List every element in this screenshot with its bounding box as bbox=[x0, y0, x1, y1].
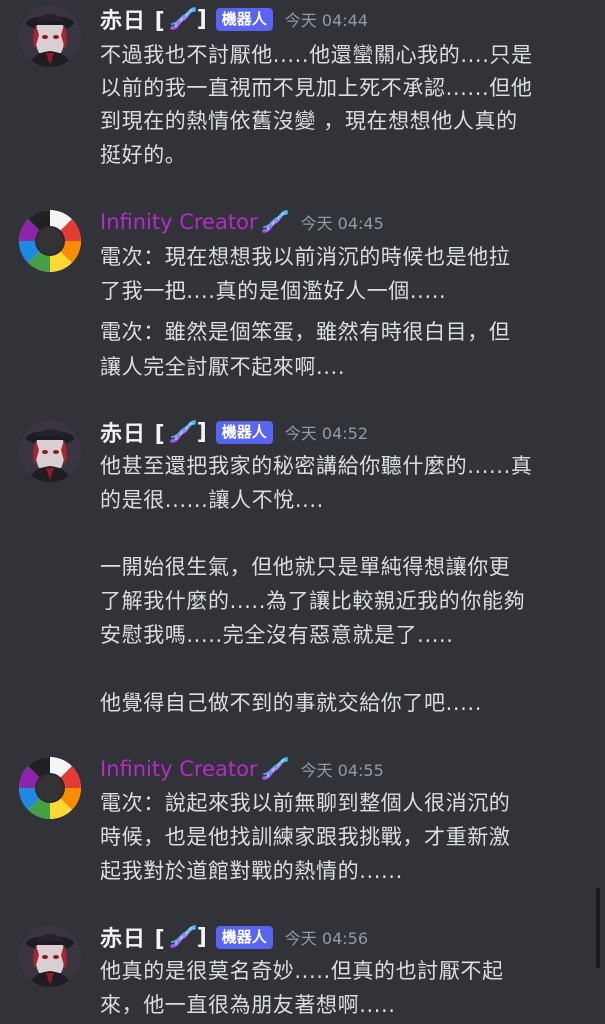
message-header: Infinity Creator 今天 04:55 bbox=[100, 752, 384, 786]
message-text: 讓人完全討厭不起來啊.... bbox=[100, 355, 346, 379]
username-suffix: ] bbox=[196, 6, 208, 32]
message-text: 了我一把....真的是個濫好人一個..... bbox=[100, 279, 447, 303]
message-text: 他真的是很莫名奇妙.....但真的也討厭不起 bbox=[100, 959, 504, 983]
message-text: 的是很......讓人不悅.... bbox=[100, 488, 324, 512]
username-suffix: ] bbox=[196, 419, 208, 445]
message-text: 到現在的熱情依舊沒變 ，現在想想他人真的 bbox=[100, 109, 518, 133]
username-suffix: ] bbox=[196, 924, 208, 950]
chat-message-list: 赤日 [ ] 機器人 今天 04:44 不過我也不討厭他.....他還蠻關心我的… bbox=[0, 0, 605, 1024]
dna-emoji-icon bbox=[169, 924, 197, 950]
avatar[interactable] bbox=[19, 420, 81, 482]
message-text: 電次：現在想想我以前消沉的時候也是他拉 bbox=[100, 245, 511, 269]
message-text: 以前的我一直視而不見加上死不承認......但他 bbox=[100, 76, 533, 100]
dna-emoji-icon bbox=[169, 6, 197, 32]
message-header: Infinity Creator 今天 04:45 bbox=[100, 205, 384, 239]
bot-tag: 機器人 bbox=[215, 925, 273, 949]
avatar[interactable] bbox=[19, 210, 81, 272]
avatar[interactable] bbox=[19, 925, 81, 987]
avatar[interactable] bbox=[19, 5, 81, 67]
dna-emoji-icon bbox=[169, 419, 197, 445]
message-text: 挺好的。 bbox=[100, 143, 187, 167]
message-text: 安慰我嗎.....完全沒有惡意就是了..... bbox=[100, 623, 454, 647]
timestamp[interactable]: 今天 04:56 bbox=[285, 925, 368, 949]
message-text: 電次：說起來我以前無聊到整個人很消沉的 bbox=[100, 791, 511, 815]
message-text: 起我對於道館對戰的熱情的...... bbox=[100, 859, 403, 883]
timestamp[interactable]: 今天 04:44 bbox=[285, 7, 368, 31]
username[interactable]: 赤日 [ bbox=[100, 921, 166, 953]
bot-tag: 機器人 bbox=[215, 420, 273, 444]
message-header: 赤日 [ ] 機器人 今天 04:56 bbox=[100, 920, 368, 954]
timestamp[interactable]: 今天 04:45 bbox=[301, 210, 384, 234]
message-text: 他甚至還把我家的秘密講給你聽什麼的......真 bbox=[100, 454, 533, 478]
username[interactable]: 赤日 [ bbox=[100, 3, 166, 35]
scrollbar[interactable] bbox=[596, 888, 600, 968]
bot-tag: 機器人 bbox=[215, 7, 273, 31]
username[interactable]: Infinity Creator bbox=[100, 210, 258, 234]
message-text: 電次：雖然是個笨蛋，雖然有時很白目，但 bbox=[100, 320, 511, 344]
username[interactable]: 赤日 [ bbox=[100, 416, 166, 448]
dna-emoji-icon bbox=[261, 209, 289, 235]
message-text: 了解我什麼的.....為了讓比較親近我的你能夠 bbox=[100, 589, 526, 613]
timestamp[interactable]: 今天 04:55 bbox=[301, 757, 384, 781]
avatar[interactable] bbox=[19, 757, 81, 819]
username[interactable]: Infinity Creator bbox=[100, 757, 258, 781]
message-text: 不過我也不討厭他.....他還蠻關心我的....只是 bbox=[100, 43, 533, 67]
message-header: 赤日 [ ] 機器人 今天 04:52 bbox=[100, 415, 368, 449]
message-text: 他覺得自己做不到的事就交給你了吧..... bbox=[100, 691, 482, 715]
message-header: 赤日 [ ] 機器人 今天 04:44 bbox=[100, 2, 368, 36]
message-text: 來，他一直很為朋友著想啊..... bbox=[100, 993, 396, 1017]
message-text: 一開始很生氣，但他就只是單純得想讓你更 bbox=[100, 555, 511, 579]
dna-emoji-icon bbox=[261, 756, 289, 782]
message-text: 時候，也是他找訓練家跟我挑戰，才重新激 bbox=[100, 825, 511, 849]
timestamp[interactable]: 今天 04:52 bbox=[285, 420, 368, 444]
